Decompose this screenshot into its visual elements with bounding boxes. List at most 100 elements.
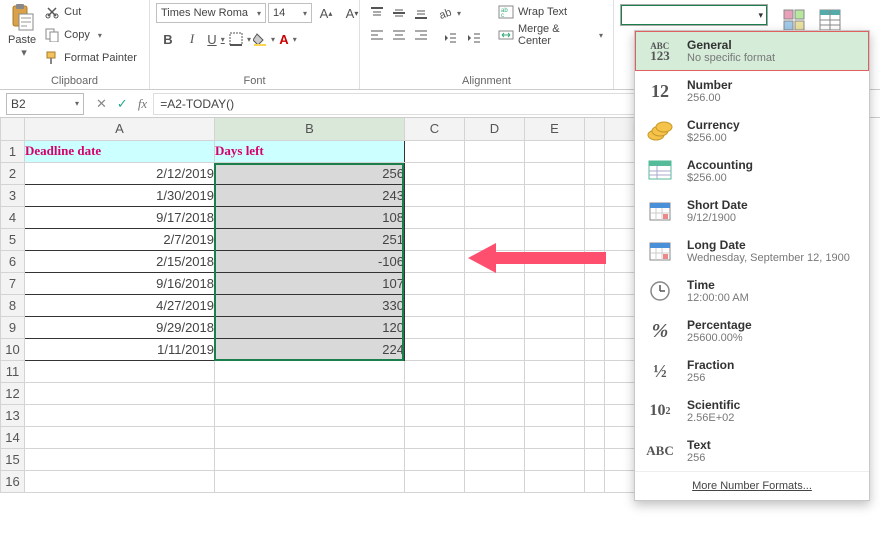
cell[interactable]: 120 xyxy=(215,316,405,338)
font-family-select[interactable]: Times New Roma ▾ xyxy=(156,3,266,23)
cell[interactable] xyxy=(405,162,465,184)
format-painter-button[interactable]: Format Painter xyxy=(42,48,139,68)
underline-button[interactable]: U▾ xyxy=(204,28,228,50)
italic-button[interactable]: I xyxy=(180,28,204,50)
cell[interactable]: -106 xyxy=(215,250,405,272)
merge-center-button[interactable]: Merge & Center ▾ xyxy=(496,25,605,45)
row-header[interactable]: 4 xyxy=(1,206,25,228)
cell[interactable] xyxy=(465,294,525,316)
header-cell-deadline[interactable]: Deadline date xyxy=(25,140,215,162)
cell[interactable] xyxy=(465,426,525,448)
cell[interactable]: 9/29/2018 xyxy=(25,316,215,338)
number-format-percentage[interactable]: % Percentage25600.00% xyxy=(635,311,869,351)
cell[interactable] xyxy=(405,316,465,338)
cell[interactable] xyxy=(405,228,465,250)
row-header[interactable]: 9 xyxy=(1,316,25,338)
name-box[interactable]: B2 ▾ xyxy=(6,93,84,115)
number-format-short-date[interactable]: Short Date9/12/1900 xyxy=(635,191,869,231)
align-middle-button[interactable] xyxy=(388,2,410,24)
column-header-B[interactable]: B xyxy=(215,118,405,140)
cell[interactable] xyxy=(525,338,585,360)
cell[interactable] xyxy=(215,360,405,382)
cell[interactable] xyxy=(465,184,525,206)
cell[interactable] xyxy=(585,294,605,316)
cell[interactable] xyxy=(405,140,465,162)
row-header[interactable]: 15 xyxy=(1,448,25,470)
cell[interactable]: 224 xyxy=(215,338,405,360)
cell[interactable] xyxy=(525,470,585,492)
cell[interactable]: 1/11/2019 xyxy=(25,338,215,360)
cell[interactable] xyxy=(585,470,605,492)
cell[interactable] xyxy=(525,140,585,162)
cell[interactable] xyxy=(405,294,465,316)
cell[interactable] xyxy=(405,250,465,272)
number-format-general[interactable]: ABC123 GeneralNo specific format xyxy=(635,31,869,71)
cell[interactable] xyxy=(405,272,465,294)
copy-button[interactable]: Copy ▾ xyxy=(42,25,139,45)
cell[interactable] xyxy=(525,184,585,206)
cell[interactable] xyxy=(465,206,525,228)
cell[interactable] xyxy=(25,470,215,492)
number-format-select[interactable]: ▾ xyxy=(620,4,768,26)
paste-button[interactable]: Paste ▾ xyxy=(6,2,38,61)
cell[interactable] xyxy=(215,404,405,426)
row-header[interactable]: 2 xyxy=(1,162,25,184)
increase-indent-button[interactable] xyxy=(462,27,486,49)
cell[interactable] xyxy=(465,162,525,184)
row-header[interactable]: 1 xyxy=(1,140,25,162)
row-header[interactable]: 12 xyxy=(1,382,25,404)
cell[interactable] xyxy=(25,360,215,382)
cell[interactable] xyxy=(405,470,465,492)
row-header[interactable]: 13 xyxy=(1,404,25,426)
cell[interactable] xyxy=(525,404,585,426)
cell[interactable] xyxy=(405,404,465,426)
more-number-formats-link[interactable]: More Number Formats... xyxy=(635,471,869,500)
column-header-D[interactable]: D xyxy=(465,118,525,140)
cell[interactable] xyxy=(525,426,585,448)
row-header[interactable]: 16 xyxy=(1,470,25,492)
fill-color-button[interactable]: ▾ xyxy=(252,28,276,50)
cell[interactable] xyxy=(525,206,585,228)
cell[interactable] xyxy=(465,338,525,360)
cell[interactable] xyxy=(525,382,585,404)
border-button[interactable]: ▾ xyxy=(228,28,252,50)
cell[interactable] xyxy=(405,426,465,448)
cell[interactable] xyxy=(465,404,525,426)
cell[interactable] xyxy=(525,272,585,294)
font-color-button[interactable]: A▾ xyxy=(276,28,300,50)
row-header[interactable]: 10 xyxy=(1,338,25,360)
cell[interactable] xyxy=(405,360,465,382)
cell[interactable] xyxy=(405,184,465,206)
cell[interactable] xyxy=(585,140,605,162)
row-header[interactable]: 7 xyxy=(1,272,25,294)
cell[interactable] xyxy=(585,360,605,382)
row-header[interactable]: 11 xyxy=(1,360,25,382)
cancel-formula-button[interactable]: ✕ xyxy=(96,96,107,112)
row-header[interactable]: 8 xyxy=(1,294,25,316)
cell[interactable] xyxy=(405,382,465,404)
cell[interactable] xyxy=(525,316,585,338)
number-format-text[interactable]: ABC Text256 xyxy=(635,431,869,471)
cell[interactable] xyxy=(25,426,215,448)
cell[interactable] xyxy=(215,426,405,448)
number-format-number[interactable]: 12 Number256.00 xyxy=(635,71,869,111)
align-center-button[interactable] xyxy=(388,24,410,46)
cell[interactable] xyxy=(405,206,465,228)
cell[interactable] xyxy=(215,448,405,470)
row-header[interactable]: 3 xyxy=(1,184,25,206)
number-format-currency[interactable]: Currency$256.00 xyxy=(635,111,869,151)
fx-button[interactable]: fx xyxy=(138,96,147,112)
cell[interactable]: 256 xyxy=(215,162,405,184)
cell[interactable]: 108 xyxy=(215,206,405,228)
font-size-select[interactable]: 14 ▾ xyxy=(268,3,312,23)
align-bottom-button[interactable] xyxy=(410,2,432,24)
formula-input[interactable]: =A2-TODAY() xyxy=(153,93,653,115)
cell[interactable]: 330 xyxy=(215,294,405,316)
cell[interactable] xyxy=(465,470,525,492)
row-header[interactable]: 5 xyxy=(1,228,25,250)
cell[interactable] xyxy=(465,360,525,382)
cell[interactable] xyxy=(585,448,605,470)
align-left-button[interactable] xyxy=(366,24,388,46)
cell[interactable]: 9/16/2018 xyxy=(25,272,215,294)
select-all-cell[interactable] xyxy=(1,118,25,140)
